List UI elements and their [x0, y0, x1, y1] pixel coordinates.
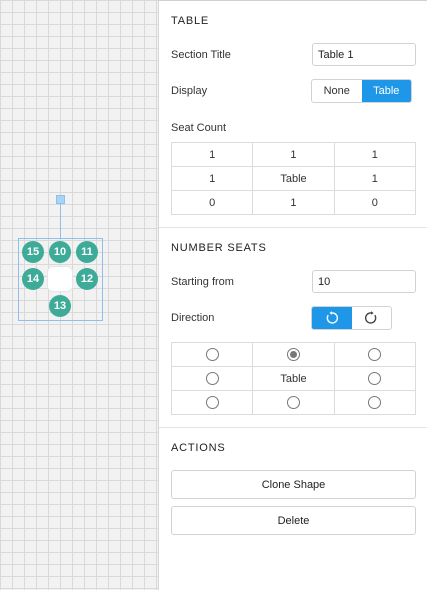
seat-count-cell[interactable]: 0: [170, 190, 254, 215]
start-cell[interactable]: [252, 342, 335, 367]
seat-count-grid: 1 1 1 1 Table 1 0 1 0: [170, 142, 417, 215]
seat-count-cell[interactable]: 1: [333, 166, 417, 191]
section-divider: [159, 227, 427, 228]
radio-bottom-center[interactable]: [286, 396, 300, 409]
panel-top-border: [159, 0, 427, 1]
seat-10[interactable]: 10: [49, 241, 71, 263]
display-option-table[interactable]: Table: [361, 80, 411, 102]
section-divider: [159, 427, 427, 428]
clone-shape-button[interactable]: Clone Shape: [171, 470, 416, 499]
start-grid-center-label: Table: [252, 366, 335, 391]
seat-14[interactable]: 14: [22, 268, 44, 290]
display-label: Display: [171, 85, 208, 97]
grid-row: [170, 390, 417, 415]
starting-from-input[interactable]: [312, 270, 416, 293]
start-cell[interactable]: [333, 390, 417, 415]
radio-bottom-right[interactable]: [368, 396, 382, 409]
floor-plan-canvas[interactable]: 15 10 11 14 12 13: [0, 0, 159, 590]
rotation-line: [60, 203, 61, 238]
table-section-heading: TABLE: [171, 15, 210, 27]
seat-12[interactable]: 12: [76, 268, 98, 290]
grid-row: 0 1 0: [170, 190, 417, 215]
seat-15[interactable]: 15: [22, 241, 44, 263]
display-option-none[interactable]: None: [312, 80, 362, 102]
radio-middle-right[interactable]: [368, 372, 382, 385]
actions-heading: ACTIONS: [171, 442, 226, 454]
seat-count-cell[interactable]: 1: [170, 142, 254, 167]
radio-top-right[interactable]: [368, 348, 382, 361]
seat-11[interactable]: 11: [76, 241, 98, 263]
seat-count-cell[interactable]: 1: [170, 166, 254, 191]
clockwise-icon: [365, 311, 377, 324]
display-toggle: None Table: [311, 79, 412, 103]
seat-count-center-label: Table: [252, 166, 335, 191]
start-cell[interactable]: [170, 390, 254, 415]
grid-row: 1 1 1: [170, 142, 417, 167]
counterclockwise-button[interactable]: [312, 307, 352, 329]
rotation-handle[interactable]: [56, 195, 65, 204]
radio-top-center[interactable]: [286, 348, 300, 361]
grid-row: 1 Table 1: [170, 166, 417, 191]
start-cell[interactable]: [333, 342, 417, 367]
starting-from-label: Starting from: [171, 276, 234, 288]
grid-row: [170, 342, 417, 367]
seat-count-cell[interactable]: 1: [252, 142, 335, 167]
table-shape[interactable]: [48, 267, 72, 291]
direction-label: Direction: [171, 312, 215, 324]
seat-13[interactable]: 13: [49, 295, 71, 317]
section-title-label: Section Title: [171, 49, 231, 61]
start-position-grid: Table: [170, 342, 417, 415]
direction-toggle: [311, 306, 392, 330]
start-cell[interactable]: [252, 390, 335, 415]
counterclockwise-icon: [326, 311, 338, 324]
seat-count-cell[interactable]: 1: [252, 190, 335, 215]
seat-count-cell[interactable]: 1: [333, 142, 417, 167]
clockwise-button[interactable]: [352, 307, 392, 329]
properties-panel: TABLE Section Title Display None Table S…: [159, 0, 427, 590]
grid-row: Table: [170, 366, 417, 391]
radio-bottom-left[interactable]: [205, 396, 219, 409]
seat-count-cell[interactable]: 0: [333, 190, 417, 215]
start-cell[interactable]: [170, 366, 254, 391]
start-cell[interactable]: [170, 342, 254, 367]
number-seats-heading: NUMBER SEATS: [171, 242, 267, 254]
radio-middle-left[interactable]: [205, 372, 219, 385]
start-cell[interactable]: [333, 366, 417, 391]
seat-count-label: Seat Count: [171, 122, 227, 134]
radio-top-left[interactable]: [205, 348, 219, 361]
section-title-input[interactable]: [312, 43, 416, 66]
delete-button[interactable]: Delete: [171, 506, 416, 535]
